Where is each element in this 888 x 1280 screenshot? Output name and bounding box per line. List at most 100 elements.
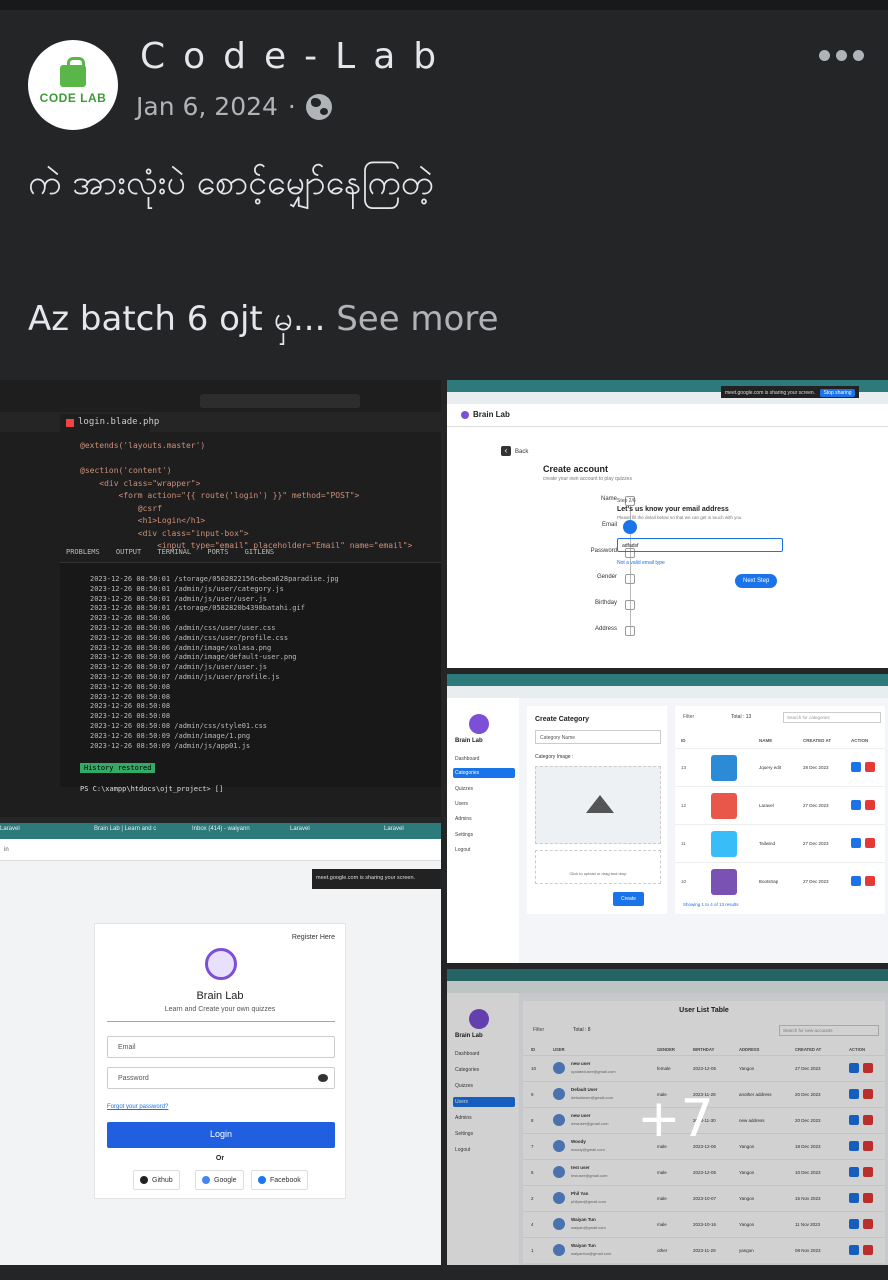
terminal-output: 2023-12-26 08:50:01 /storage/0502822156c… <box>90 575 339 751</box>
terminal-line: 2023-12-26 08:50:07 /admin/js/user/user.… <box>90 663 268 672</box>
admin-sidebar: Brain Lab Dashboard Categories Quizzes U… <box>447 698 519 963</box>
delete-icon <box>865 800 875 810</box>
category-row: 10 Bootstrap 27 Dec 2023 <box>675 862 885 900</box>
col-action: ACTION <box>851 738 869 743</box>
terminal-line: 2023-12-26 08:50:01 /admin/js/user/user.… <box>90 594 268 603</box>
email-input: adfadsf <box>617 538 783 552</box>
category-name-input: Category Name <box>535 730 661 744</box>
top-bar <box>0 0 888 10</box>
meet-text: meet.google.com is sharing your screen. <box>725 390 816 396</box>
photo-user-list[interactable]: Brain Lab Dashboard Categories Quizzes U… <box>447 969 888 1265</box>
meet-sharing-bar: meet.google.com is sharing your screen. <box>312 869 441 889</box>
facebook-button: Facebook <box>251 1170 308 1190</box>
step-email: Email <box>601 522 617 528</box>
stop-sharing-button: Stop sharing <box>820 389 855 397</box>
code-line: <h1>Login</h1> <box>80 516 206 525</box>
post-meta: Jan 6, 2024 · <box>136 92 332 121</box>
code-line: <div class="wrapper"> <box>80 478 201 488</box>
browser-tabbar: Laravel Brain Lab | Learn and c Inbox (4… <box>0 823 441 839</box>
photo-login[interactable]: Laravel Brain Lab | Learn and c Inbox (4… <box>0 823 441 1265</box>
photo-create-account[interactable]: meet.google.com is sharing your screen. … <box>447 380 888 668</box>
or-divider: Or <box>215 1155 225 1162</box>
delete-icon <box>865 762 875 772</box>
col-id: ID <box>681 738 686 743</box>
sidebar-item-categories: Categories <box>453 768 515 778</box>
photo-create-category[interactable]: Brain Lab Dashboard Categories Quizzes U… <box>447 674 888 963</box>
terminal-line: 2023-12-26 08:50:06 /admin/image/xolasa.… <box>90 643 272 652</box>
terminal-panel: 2023-12-26 08:50:01 /storage/0502822156c… <box>60 562 441 793</box>
browser-urlbar <box>447 686 888 698</box>
gender-icon <box>625 574 635 584</box>
code-line: @section('content') <box>80 466 172 475</box>
forgot-password-link: Forgot your password? <box>107 1104 169 1110</box>
category-search: Search for categories <box>783 712 881 723</box>
terminal-prompt: PS C:\xampp\htdocs\ojt_project> [] <box>80 785 224 793</box>
post-text-line1: ကဲ အားလုံးပဲ စောင့်မျှော်နေကြတဲ့ <box>28 163 434 203</box>
page-avatar[interactable]: CODE LAB <box>28 40 118 130</box>
code-lab-logo-icon <box>60 57 86 87</box>
post-date[interactable]: Jan 6, 2024 <box>136 92 278 121</box>
photo-grid: login.blade.php @extends('layouts.master… <box>0 380 888 1280</box>
category-name: Laravel <box>759 803 774 808</box>
step-gender: Gender <box>596 574 617 580</box>
facebook-icon <box>258 1176 266 1184</box>
browser-urlbar: in <box>0 839 441 861</box>
category-logo-icon <box>711 793 737 819</box>
terminal-line: 2023-12-26 08:50:07 /admin/js/user/profi… <box>90 672 280 681</box>
brain-logo-icon <box>469 714 489 734</box>
sidebar-item-dashboard: Dashboard <box>455 756 480 762</box>
editor-tab: login.blade.php <box>60 414 159 432</box>
col-name: NAME <box>759 738 773 743</box>
sidebar-item-logout: Logout <box>455 847 471 853</box>
next-step-button: Next Step <box>735 574 778 588</box>
image-label: Category Image : <box>535 754 574 760</box>
category-table-card: Filter Total : 13 Search for categories … <box>675 706 885 914</box>
login-button: Login <box>107 1122 335 1148</box>
login-card: Register Here Brain Lab Learn and Create… <box>94 923 346 1199</box>
more-options-icon[interactable] <box>819 50 864 61</box>
category-date: 27 Dec 2023 <box>803 879 829 884</box>
terminal-line: 2023-12-26 08:50:08 <box>90 712 171 721</box>
browser-tabbar <box>447 674 888 686</box>
brain-logo-icon <box>205 948 237 980</box>
category-logo-icon <box>711 869 737 895</box>
photo-code-editor[interactable]: login.blade.php @extends('layouts.master… <box>0 380 441 817</box>
login-brand: Brain Lab <box>196 990 244 1002</box>
sidebar-item-settings: Settings <box>455 832 474 838</box>
edit-icon <box>851 838 861 848</box>
sidebar-item-admins: Admins <box>455 816 472 822</box>
divider <box>447 426 888 427</box>
code-block: @extends('layouts.master') @section('con… <box>80 440 412 553</box>
email-field: Email <box>107 1036 335 1058</box>
see-more-link[interactable]: See more <box>336 299 498 339</box>
category-row: 11 Tailwind 27 Dec 2023 <box>675 824 885 862</box>
form-subtitle: create your own account to play quizzes <box>543 476 632 482</box>
category-id: 12 <box>681 803 687 808</box>
eye-icon <box>318 1074 328 1082</box>
page-name[interactable]: Code-Lab <box>140 36 454 77</box>
create-category-card: Create Category Category Name Category I… <box>527 706 667 914</box>
panel-tabs: PROBLEMS OUTPUT TERMINAL PORTS GITLENS <box>66 548 275 556</box>
divider <box>107 1021 335 1022</box>
address-icon <box>625 626 635 636</box>
terminal-line: 2023-12-26 08:50:06 /admin/image/default… <box>90 653 297 662</box>
edit-icon <box>851 800 861 810</box>
terminal-line: 2023-12-26 08:50:08 /admin/css/style01.c… <box>90 721 268 730</box>
category-row: 12 Laravel 27 Dec 2023 <box>675 786 885 824</box>
browser-tab: Laravel <box>290 826 310 832</box>
more-photos-count[interactable]: +7 <box>637 1089 714 1149</box>
login-tagline: Learn and Create your own quizzes <box>164 1006 276 1013</box>
google-button: Google <box>195 1170 244 1190</box>
editor-search-bar <box>200 394 360 408</box>
avatar-logo-text: CODE LAB <box>39 91 107 105</box>
browser-tab: Laravel <box>0 826 20 832</box>
terminal-line: 2023-12-26 08:50:01 /admin/js/user/categ… <box>90 584 284 593</box>
category-row: 13 Jquery edit 28 Dec 2023 <box>675 748 885 786</box>
terminal-line: 2023-12-26 08:50:08 <box>90 682 171 691</box>
step-address: Address <box>594 626 617 632</box>
register-link: Register Here <box>291 934 335 941</box>
terminal-line: 2023-12-26 08:50:09 /admin/image/1.png <box>90 731 251 740</box>
code-line: <div class="input-box"> <box>80 528 249 538</box>
browser-tab: Brain Lab | Learn and c <box>94 826 157 832</box>
